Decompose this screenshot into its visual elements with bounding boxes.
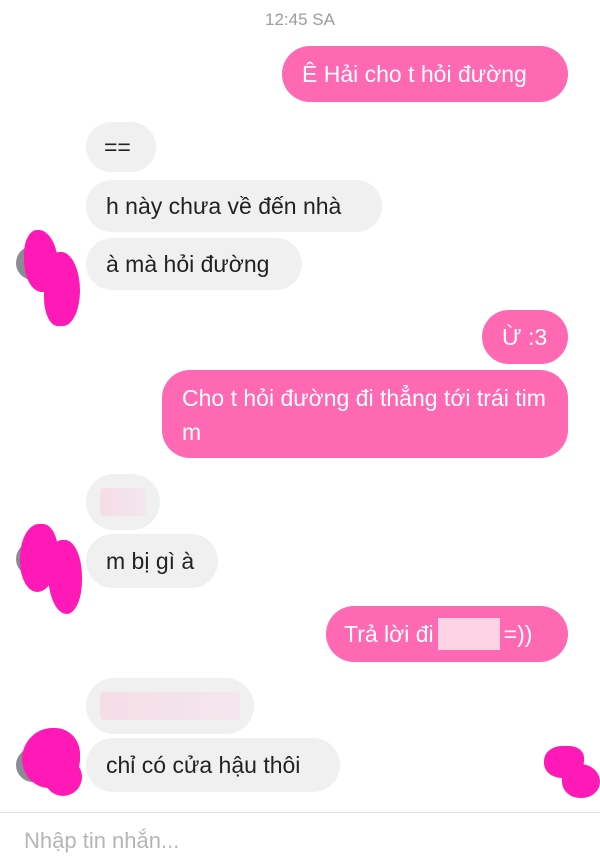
- message-outgoing[interactable]: Ê Hải cho t hỏi đường: [282, 46, 568, 102]
- message-incoming[interactable]: à mà hỏi đường: [86, 238, 302, 290]
- timestamp: 12:45 SA: [265, 10, 335, 29]
- message-incoming[interactable]: ==: [86, 122, 156, 172]
- message-incoming[interactable]: chỉ có cửa hậu thôi: [86, 738, 340, 792]
- message-incoming-redacted[interactable]: [86, 678, 254, 734]
- message-incoming[interactable]: h này chưa về đến nhà: [86, 180, 382, 232]
- message-outgoing[interactable]: Ừ :3: [482, 310, 568, 364]
- message-text: à mà hỏi đường: [106, 251, 270, 277]
- message-text: =)): [503, 621, 533, 647]
- message-text: Ê Hải cho t hỏi đường: [302, 61, 527, 87]
- message-text: ==: [104, 134, 131, 160]
- message-text: h này chưa về đến nhà: [106, 193, 342, 219]
- blurred-text: [437, 618, 500, 650]
- message-text: Trả lời đi: [344, 621, 434, 647]
- blurred-text: [100, 488, 146, 516]
- message-text: chỉ có cửa hậu thôi: [106, 752, 301, 778]
- message-text: m bị gì à: [106, 548, 195, 574]
- redaction-scribble: [562, 764, 600, 798]
- message-incoming[interactable]: m bị gì à: [86, 534, 218, 588]
- message-text: Ừ :3: [502, 324, 548, 350]
- message-outgoing[interactable]: Trả lời đi =)): [326, 606, 568, 662]
- message-text: Cho t hỏi đường đi thẳng tới trái tim m: [182, 385, 546, 445]
- message-composer: [0, 812, 600, 859]
- redaction-scribble: [48, 540, 82, 614]
- message-input[interactable]: [22, 823, 586, 859]
- message-outgoing[interactable]: Cho t hỏi đường đi thẳng tới trái tim m: [162, 370, 568, 458]
- redaction-scribble: [44, 758, 82, 796]
- message-incoming-redacted[interactable]: [86, 474, 160, 530]
- blurred-text: [100, 692, 240, 720]
- redaction-scribble: [44, 252, 80, 326]
